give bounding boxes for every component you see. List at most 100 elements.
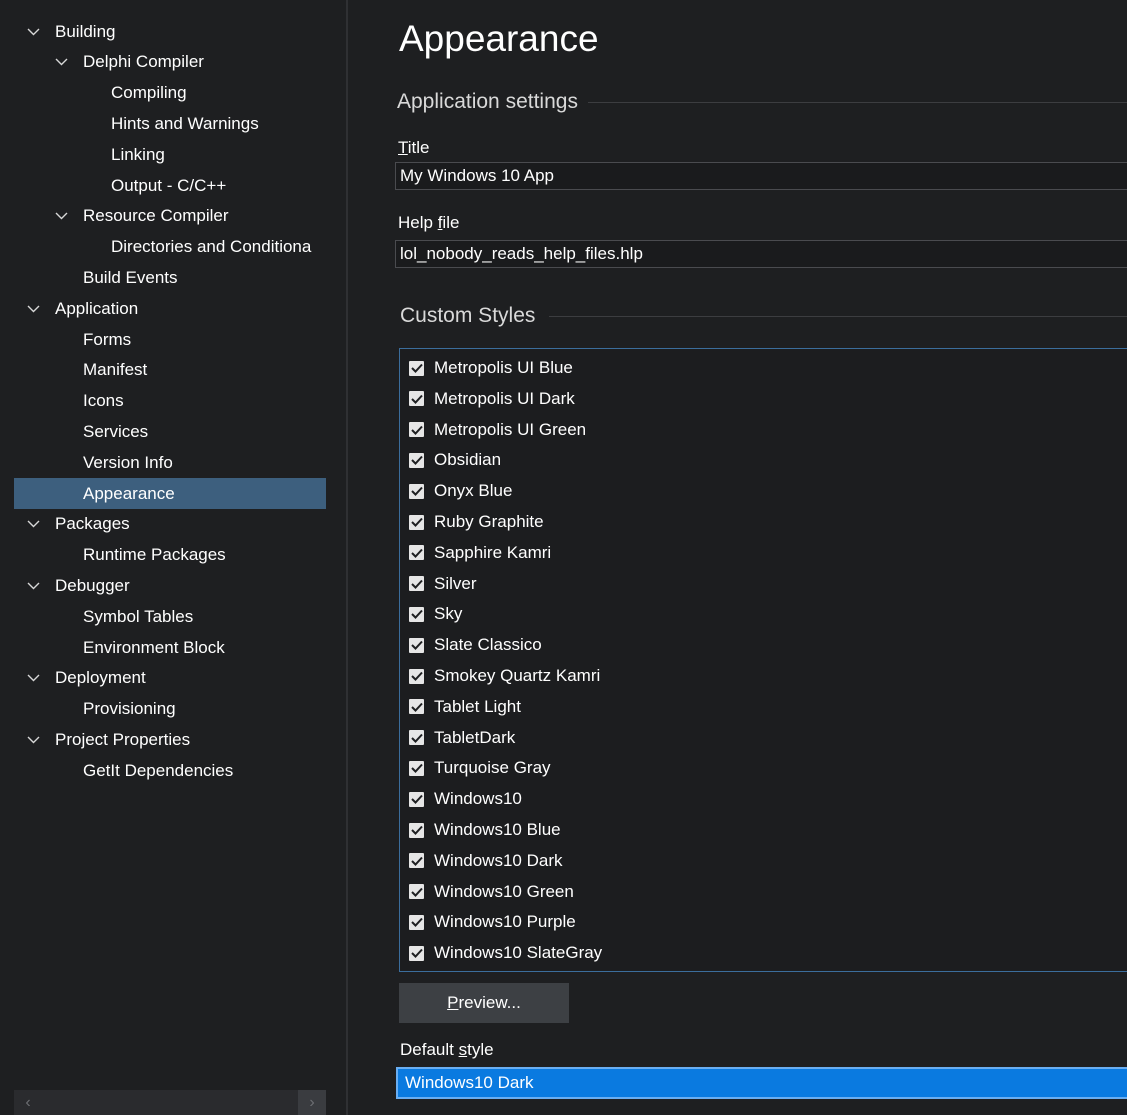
title-label: Title bbox=[398, 138, 430, 157]
chevron-down-icon[interactable] bbox=[54, 55, 68, 69]
sidebar-item[interactable]: GetIt Dependencies bbox=[14, 755, 326, 786]
chevron-left-icon[interactable]: ‹ bbox=[14, 1090, 42, 1115]
style-list-item[interactable]: Turquoise Gray bbox=[409, 753, 551, 783]
sidebar-item-label: Deployment bbox=[55, 668, 146, 688]
checkbox-checked-icon[interactable] bbox=[409, 576, 424, 592]
style-list-item-label: Windows10 Purple bbox=[434, 912, 576, 932]
checkbox-checked-icon[interactable] bbox=[409, 884, 424, 900]
style-list-item[interactable]: Sky bbox=[409, 599, 462, 629]
style-list-item[interactable]: Slate Classico bbox=[409, 630, 542, 660]
sidebar-item[interactable]: Version Info bbox=[14, 447, 326, 478]
checkbox-checked-icon[interactable] bbox=[409, 853, 424, 869]
sidebar-horizontal-scrollbar[interactable]: ‹ › bbox=[14, 1090, 326, 1115]
sidebar-item[interactable]: Hints and Warnings bbox=[14, 108, 326, 139]
chevron-down-icon[interactable] bbox=[26, 517, 40, 531]
style-list-item-label: TabletDark bbox=[434, 727, 516, 747]
style-list-item-label: Ruby Graphite bbox=[434, 512, 544, 531]
sidebar-tree: Building Delphi Compiler Compiling Hints an… bbox=[0, 0, 343, 1115]
sidebar-item[interactable]: Linking bbox=[14, 139, 326, 170]
checkbox-checked-icon[interactable] bbox=[409, 945, 424, 961]
sidebar-item[interactable]: Symbol Tables bbox=[14, 601, 326, 632]
checkbox-checked-icon[interactable] bbox=[409, 914, 424, 930]
chevron-down-icon[interactable] bbox=[26, 302, 40, 316]
checkbox-checked-icon[interactable] bbox=[409, 822, 424, 838]
chevron-right-icon[interactable]: › bbox=[298, 1090, 326, 1115]
sidebar-item[interactable]: Appearance bbox=[14, 478, 326, 509]
style-list-item[interactable]: Windows10 SlateGray bbox=[409, 938, 602, 968]
custom-styles-checklist[interactable]: Metropolis UI Blue Metropolis UI Dark Metr… bbox=[399, 348, 1127, 972]
sidebar-item[interactable]: Deployment bbox=[14, 663, 326, 694]
sidebar-item-label: GetIt Dependencies bbox=[83, 760, 234, 780]
sidebar-item[interactable]: Icons bbox=[14, 386, 326, 417]
application-settings-title: Application settings bbox=[397, 90, 578, 113]
checkbox-checked-icon[interactable] bbox=[409, 452, 424, 468]
page-title: Appearance bbox=[399, 18, 599, 59]
checkbox-checked-icon[interactable] bbox=[409, 699, 424, 715]
checkbox-checked-icon[interactable] bbox=[409, 514, 424, 530]
style-list-item[interactable]: Silver bbox=[409, 569, 477, 599]
sidebar-item[interactable]: Runtime Packages bbox=[14, 540, 326, 571]
style-list-item[interactable]: Tablet Light bbox=[409, 692, 521, 722]
sidebar-item[interactable]: Output - C/C++ bbox=[14, 170, 326, 201]
sidebar-item[interactable]: Delphi Compiler bbox=[14, 47, 326, 78]
style-list-item[interactable]: Ruby Graphite bbox=[409, 507, 544, 537]
checkbox-checked-icon[interactable] bbox=[409, 545, 424, 561]
sidebar-item[interactable]: Build Events bbox=[14, 262, 326, 293]
sidebar-item[interactable]: Forms bbox=[14, 324, 326, 355]
checkbox-checked-icon[interactable] bbox=[409, 360, 424, 376]
style-list-item[interactable]: TabletDark bbox=[409, 723, 515, 753]
sidebar-item[interactable]: Debugger bbox=[14, 570, 326, 601]
chevron-down-icon[interactable] bbox=[54, 209, 68, 223]
checkbox-checked-icon[interactable] bbox=[409, 730, 424, 746]
checkbox-checked-icon[interactable] bbox=[409, 791, 424, 807]
sidebar-item-label: Debugger bbox=[55, 575, 130, 595]
style-list-item[interactable]: Windows10 Green bbox=[409, 877, 574, 907]
sidebar-divider[interactable] bbox=[346, 0, 348, 1115]
style-list-item[interactable]: Smokey Quartz Kamri bbox=[409, 661, 600, 691]
sidebar-item[interactable]: Application bbox=[14, 293, 326, 324]
checkbox-checked-icon[interactable] bbox=[409, 391, 424, 407]
sidebar-item[interactable]: Directories and Conditiona bbox=[14, 232, 326, 263]
checkbox-checked-icon[interactable] bbox=[409, 637, 424, 653]
style-list-item[interactable]: Metropolis UI Dark bbox=[409, 384, 575, 414]
style-list-item[interactable]: Onyx Blue bbox=[409, 476, 512, 506]
chevron-down-icon[interactable] bbox=[26, 25, 40, 39]
chevron-down-icon[interactable] bbox=[26, 671, 40, 685]
group-divider bbox=[549, 315, 1127, 317]
checkbox-checked-icon[interactable] bbox=[409, 483, 424, 499]
style-list-item[interactable]: Obsidian bbox=[409, 445, 501, 475]
style-list-item[interactable]: Sapphire Kamri bbox=[409, 538, 551, 568]
style-list-item[interactable]: Windows10 Blue bbox=[409, 815, 561, 845]
checkbox-checked-icon[interactable] bbox=[409, 760, 424, 776]
preview-button[interactable]: Preview... bbox=[399, 983, 569, 1023]
checkbox-checked-icon[interactable] bbox=[409, 422, 424, 438]
chevron-down-icon[interactable] bbox=[26, 733, 40, 747]
sidebar-item[interactable]: Services bbox=[14, 416, 326, 447]
sidebar-item-label: Resource Compiler bbox=[83, 206, 229, 226]
help-file-label: Help file bbox=[398, 213, 460, 232]
sidebar-item[interactable]: Compiling bbox=[14, 78, 326, 109]
sidebar-item[interactable]: Project Properties bbox=[14, 724, 326, 755]
sidebar-item-label: Packages bbox=[55, 514, 130, 534]
style-list-item[interactable]: Windows10 bbox=[409, 784, 522, 814]
group-divider bbox=[587, 101, 1127, 103]
sidebar-item[interactable]: Resource Compiler bbox=[14, 201, 326, 232]
style-list-item[interactable]: Windows10 Dark bbox=[409, 846, 563, 876]
checkbox-checked-icon[interactable] bbox=[409, 668, 424, 684]
sidebar-item[interactable]: Environment Block bbox=[14, 632, 326, 663]
sidebar-item[interactable]: Manifest bbox=[14, 355, 326, 386]
sidebar-item[interactable]: Provisioning bbox=[14, 694, 326, 725]
style-list-item[interactable]: Metropolis UI Blue bbox=[409, 353, 573, 383]
style-list-item[interactable]: Metropolis UI Green bbox=[409, 415, 586, 445]
help-file-input[interactable] bbox=[395, 240, 1127, 268]
sidebar-item[interactable]: Packages bbox=[14, 509, 326, 540]
sidebar-item-label: Linking bbox=[111, 144, 165, 164]
chevron-down-icon[interactable] bbox=[26, 579, 40, 593]
default-style-select[interactable]: Windows10 Dark bbox=[396, 1067, 1127, 1099]
style-list-item[interactable]: Windows10 Purple bbox=[409, 907, 576, 937]
title-input[interactable] bbox=[395, 162, 1127, 190]
sidebar-item-label: Provisioning bbox=[83, 699, 176, 719]
checkbox-checked-icon[interactable] bbox=[409, 606, 424, 622]
sidebar-item[interactable]: Building bbox=[14, 16, 326, 47]
sidebar-item-label: Manifest bbox=[83, 360, 148, 380]
